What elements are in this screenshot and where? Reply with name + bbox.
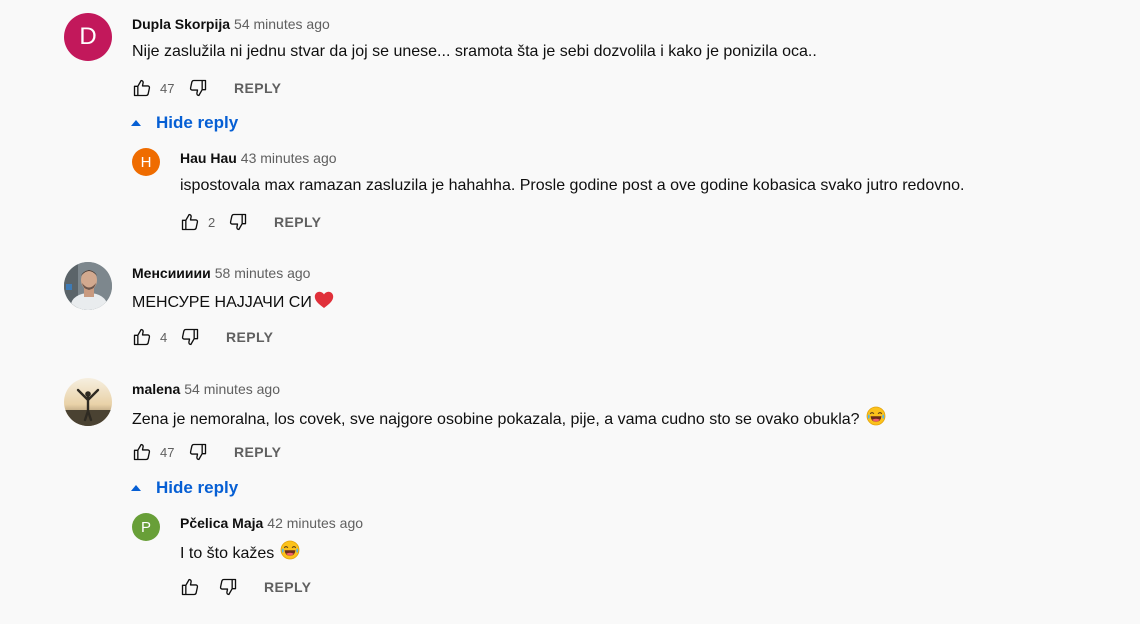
- man-photo-avatar[interactable]: [64, 262, 112, 310]
- comment-header: Dupla Skorpija 54 minutes ago: [132, 15, 330, 33]
- comment-text: Zena je nemoralna, los covek, sve najgor…: [132, 406, 886, 430]
- comment-header: Hau Hau 43 minutes ago: [180, 149, 337, 167]
- dislike-button[interactable]: [186, 440, 210, 464]
- dislike-button[interactable]: [186, 76, 210, 100]
- comment-header: malena 54 minutes ago: [132, 380, 280, 398]
- comment-timestamp[interactable]: 54 minutes ago: [184, 381, 280, 397]
- avatar-letter: D: [79, 23, 97, 50]
- comment-text: МЕНСУРЕ НАЈЈАЧИ СИ: [132, 291, 334, 313]
- thumb-down-icon: [218, 577, 238, 597]
- thumb-down-icon: [228, 212, 248, 232]
- thumb-down-icon: [188, 78, 208, 98]
- author-name[interactable]: Pčelica Maja: [180, 515, 263, 531]
- like-count: 47: [160, 80, 175, 96]
- comment-actions: 47 REPLY: [130, 440, 281, 464]
- red-heart-emoji: [314, 291, 334, 308]
- thumb-up-icon: [132, 442, 152, 462]
- comment-actions: REPLY: [178, 575, 311, 599]
- comment-actions: 47 REPLY: [130, 76, 281, 100]
- author-name[interactable]: Dupla Skorpija: [132, 16, 230, 32]
- thumb-up-icon: [180, 212, 200, 232]
- comment-timestamp[interactable]: 42 minutes ago: [267, 515, 363, 531]
- comment-text: ispostovala max ramazan zasluzila je hah…: [180, 177, 965, 194]
- avatar[interactable]: P: [132, 513, 160, 541]
- thumb-up-icon: [132, 78, 152, 98]
- avatar[interactable]: H: [132, 148, 160, 176]
- dislike-button[interactable]: [226, 210, 250, 234]
- like-button[interactable]: [178, 210, 202, 234]
- like-count: 2: [208, 214, 216, 230]
- thumb-down-icon: [180, 327, 200, 347]
- comment-header: Pčelica Maja 42 minutes ago: [180, 514, 363, 532]
- thumb-up-icon: [180, 577, 200, 597]
- comment-actions: 2 REPLY: [178, 210, 321, 234]
- hide-replies-button[interactable]: Hide reply: [130, 111, 238, 135]
- avatar-letter: P: [140, 518, 151, 536]
- comment-actions: 4 REPLY: [130, 325, 273, 349]
- avatar-photo: [64, 378, 112, 426]
- hide-replies-button[interactable]: Hide reply: [130, 476, 238, 500]
- like-count: 47: [160, 444, 175, 460]
- reply-button[interactable]: REPLY: [234, 80, 281, 96]
- reply-button[interactable]: REPLY: [226, 329, 273, 345]
- hide-replies-label: Hide reply: [156, 478, 239, 497]
- avatar-letter: H: [140, 153, 152, 171]
- author-name[interactable]: Hau Hau: [180, 150, 237, 166]
- caret-up-icon: [131, 485, 141, 491]
- reply-button[interactable]: REPLY: [274, 214, 321, 230]
- reply-button[interactable]: REPLY: [264, 579, 311, 595]
- reply-button[interactable]: REPLY: [234, 444, 281, 460]
- laughing-emoji: [280, 540, 300, 560]
- comment-text: Nije zaslužila ni jednu stvar da joj se …: [132, 43, 817, 60]
- author-name[interactable]: malena: [132, 381, 180, 397]
- avatar[interactable]: D: [64, 13, 112, 61]
- like-button[interactable]: [130, 325, 154, 349]
- avatar-photo: [64, 262, 112, 310]
- laughing-emoji: [866, 406, 886, 426]
- comment-text-content: МЕНСУРЕ НАЈЈАЧИ СИ: [132, 294, 312, 311]
- comment-text-content: I to što kažes: [180, 545, 275, 562]
- comment-timestamp[interactable]: 58 minutes ago: [215, 265, 311, 281]
- like-button[interactable]: [130, 440, 154, 464]
- hide-replies-label: Hide reply: [156, 113, 239, 132]
- like-count: 4: [160, 329, 168, 345]
- comment-timestamp[interactable]: 54 minutes ago: [234, 16, 330, 32]
- comment-header: Менсиииии 58 minutes ago: [132, 264, 310, 282]
- dislike-button[interactable]: [216, 575, 240, 599]
- author-name[interactable]: Менсиииии: [132, 265, 211, 281]
- sunset-person-avatar[interactable]: [64, 378, 112, 426]
- thumb-down-icon: [188, 442, 208, 462]
- caret-up-icon: [131, 120, 141, 126]
- dislike-button[interactable]: [178, 325, 202, 349]
- comment-timestamp[interactable]: 43 minutes ago: [241, 150, 337, 166]
- comment-text-content: Zena je nemoralna, los covek, sve najgor…: [132, 411, 860, 428]
- thumb-up-icon: [132, 327, 152, 347]
- comment-text: I to što kažes: [180, 540, 300, 564]
- like-button[interactable]: [178, 575, 202, 599]
- like-button[interactable]: [130, 76, 154, 100]
